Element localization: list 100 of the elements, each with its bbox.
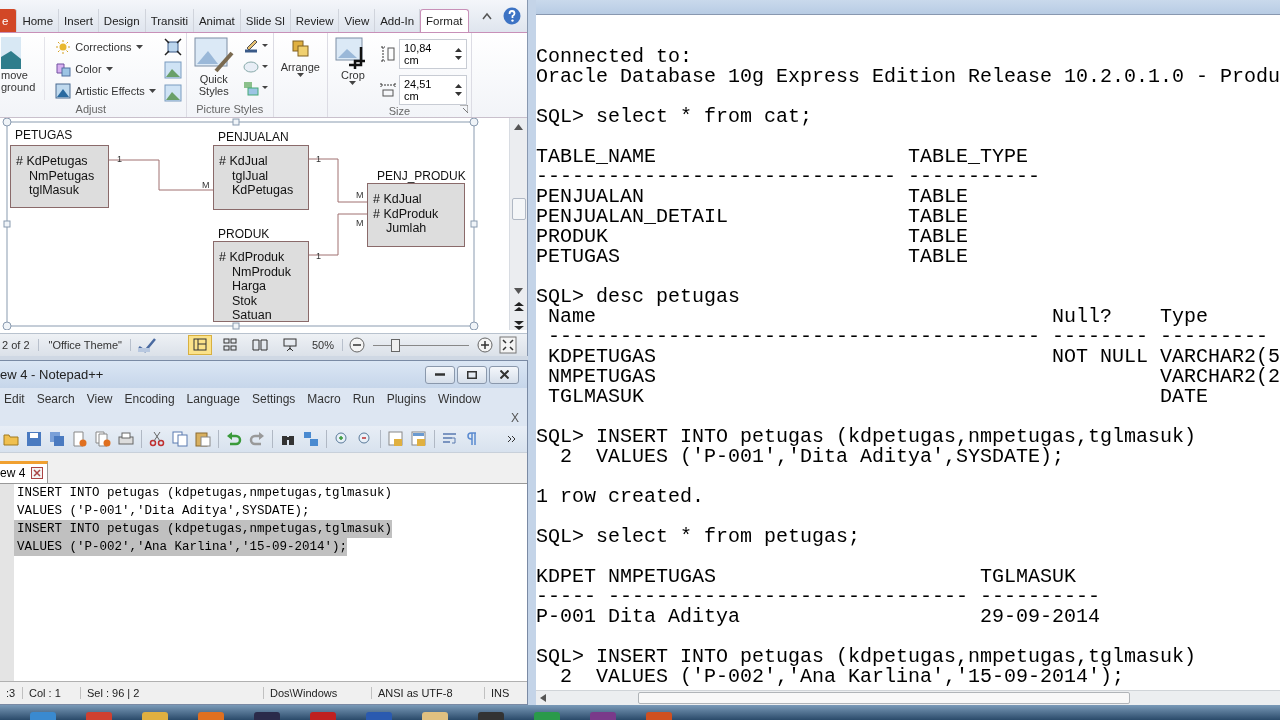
status-text: INS: [490, 687, 511, 699]
attribute-text: NmPetugas: [28, 168, 96, 183]
document-tab[interactable]: ew 4: [0, 461, 49, 483]
fit-slide-icon[interactable]: [499, 336, 517, 354]
sync-horizontal-icon[interactable]: [411, 431, 427, 447]
spell-check-icon[interactable]: [136, 337, 157, 353]
console-line: PRODUK TABLE: [536, 227, 969, 247]
remove-background-button[interactable]: move ground: [0, 35, 39, 95]
slider-thumb[interactable]: [391, 338, 401, 352]
height-icon: [379, 46, 396, 62]
status-text: ANSI as UTF-8: [372, 687, 485, 699]
scroll-thumb[interactable]: [511, 198, 526, 220]
menu-item[interactable]: Plugins: [380, 392, 433, 406]
close-icon[interactable]: [31, 467, 44, 479]
close-document-button[interactable]: X: [503, 410, 527, 426]
menu-item[interactable]: Window: [432, 392, 487, 406]
relationship-line: [308, 158, 368, 203]
dialog-launcher-icon[interactable]: [459, 105, 468, 113]
attribute-text: tglMasuk: [28, 183, 81, 198]
close-all-icon[interactable]: [95, 431, 111, 447]
scroll-up-icon[interactable]: [514, 124, 523, 130]
save-icon[interactable]: [26, 431, 42, 447]
console-line: TGLMASUK DATE: [547, 387, 1209, 407]
menu-item[interactable]: Settings: [245, 392, 302, 406]
redo-icon[interactable]: [249, 431, 265, 447]
caret-icon: [148, 88, 156, 93]
console-line: SQL> desc petugas: [536, 287, 741, 307]
size-field[interactable]: 24,51 cm: [398, 75, 467, 105]
vertical-scrollbar[interactable]: [509, 118, 527, 330]
zoom-in-icon[interactable]: [334, 431, 350, 447]
print-icon[interactable]: [118, 431, 134, 447]
menu-item[interactable]: View: [80, 392, 119, 406]
previous-slide-icon[interactable]: [513, 302, 524, 312]
view-button[interactable]: [187, 335, 212, 355]
cardinality-label: 1: [316, 251, 321, 261]
cut-icon[interactable]: [149, 431, 165, 447]
ribbon-menu-button[interactable]: Color: [53, 59, 158, 78]
save-all-icon[interactable]: [49, 431, 65, 447]
help-icon[interactable]: [503, 7, 521, 25]
attribute-text: KdPetugas: [231, 183, 295, 198]
menu-item[interactable]: Encoding: [118, 392, 181, 406]
collapse-ribbon-icon[interactable]: [481, 11, 493, 21]
ribbon-menu-button[interactable]: Artistic Effects: [53, 81, 158, 100]
word-wrap-icon[interactable]: [442, 431, 458, 447]
window-control-button[interactable]: [425, 365, 455, 384]
pen-icon[interactable]: [242, 38, 269, 54]
ribbon-menu-button[interactable]: Corrections: [53, 37, 158, 56]
picture-brush-icon: [193, 37, 234, 73]
window-title: ew 4 - Notepad++: [0, 367, 104, 382]
zoom-in-icon[interactable]: [477, 337, 493, 353]
zoom-out-icon[interactable]: [357, 431, 373, 447]
close-file-icon[interactable]: [72, 431, 88, 447]
cardinality-label: M: [202, 180, 210, 190]
console-line: Name Null? Type: [548, 307, 1209, 327]
zoom-out-icon[interactable]: [349, 337, 365, 353]
window-control-button[interactable]: [457, 365, 487, 384]
menu-item[interactable]: Edit: [0, 392, 31, 406]
folder-icon[interactable]: [3, 431, 19, 447]
copy-icon[interactable]: [172, 431, 188, 447]
next-slide-icon[interactable]: [513, 320, 524, 330]
landscape-icon: [1, 37, 21, 69]
change-picture-icon[interactable]: [163, 61, 182, 79]
console-line: KDPET NMPETUGAS TGLMASUK: [536, 567, 1077, 587]
arrange-button[interactable]: Arrange: [277, 35, 323, 79]
scroll-thumb[interactable]: [638, 692, 1130, 704]
paste-icon[interactable]: [195, 431, 211, 447]
window-control-button[interactable]: [489, 365, 519, 384]
menu-item[interactable]: Macro: [301, 392, 347, 406]
ribbon-tab[interactable]: e: [0, 9, 18, 32]
size-field[interactable]: 10,84 cm: [398, 39, 467, 69]
sync-vertical-icon[interactable]: [388, 431, 404, 447]
ribbon-tab[interactable]: Format: [420, 9, 469, 32]
cardinality-label: M: [356, 218, 364, 228]
status-text: :3: [0, 687, 23, 699]
menu-item[interactable]: Run: [346, 392, 381, 406]
menu-item[interactable]: Language: [180, 392, 246, 406]
attribute-text: # KdJual: [373, 192, 423, 207]
horizontal-scrollbar[interactable]: [536, 690, 1280, 705]
overflow-chevron-icon[interactable]: [507, 435, 517, 443]
group-label: Adjust: [75, 103, 107, 117]
caret-icon: [135, 44, 143, 49]
console-line: KDPETUGAS NOT NULL VARCHAR2(5: [547, 347, 1280, 367]
crop-button[interactable]: Crop: [331, 35, 374, 87]
quick-styles-button[interactable]: Quick Styles: [190, 35, 237, 99]
replace-icon[interactable]: [303, 431, 319, 447]
entity-title: PENJUALAN: [218, 130, 289, 144]
selection-frame[interactable]: [2, 118, 479, 330]
shape-effects-icon[interactable]: [242, 59, 269, 75]
projector-icon: [281, 337, 298, 353]
menu-item[interactable]: Search: [30, 392, 81, 406]
compress-icon[interactable]: [163, 38, 182, 56]
caret-icon: [349, 81, 357, 85]
reset-picture-icon[interactable]: [163, 84, 182, 102]
book-icon: [251, 337, 268, 353]
undo-icon[interactable]: [226, 431, 242, 447]
scroll-down-icon[interactable]: [514, 288, 523, 294]
code-line: INSERT INTO petugas (kdpetugas,nmpetugas,tglmasuk): [16, 485, 393, 502]
scroll-left-icon[interactable]: [540, 694, 546, 702]
layout-icon[interactable]: [242, 80, 269, 96]
minimize-icon: [435, 373, 445, 376]
